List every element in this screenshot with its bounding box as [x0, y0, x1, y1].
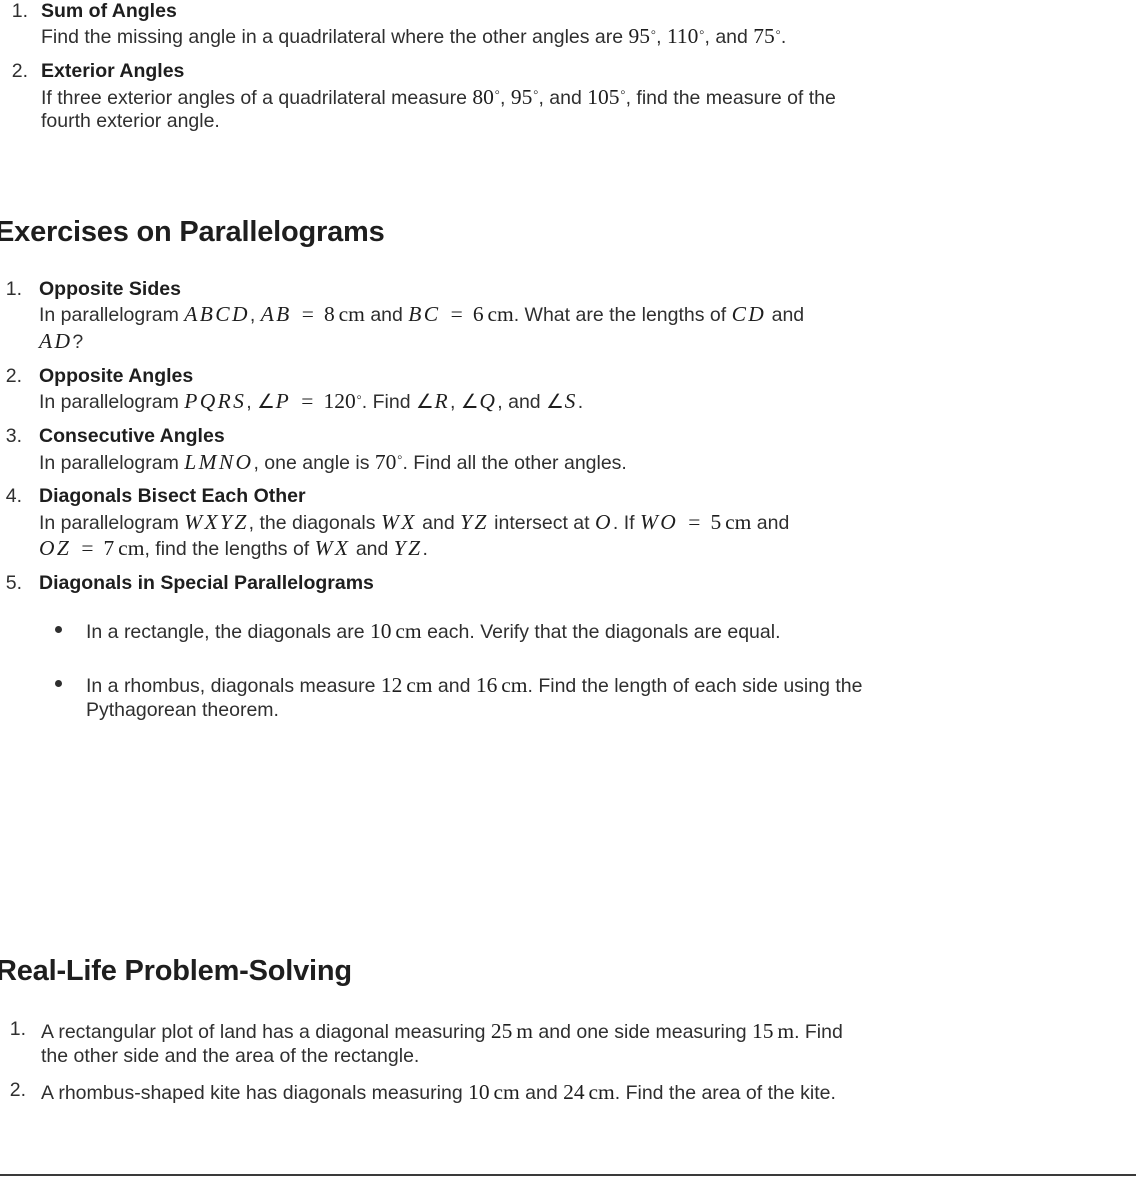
list-item: 4. Diagonals Bisect Each Other In parallel…: [0, 485, 1136, 562]
body-line: In parallelogram WXYZ, the diagonals WX …: [39, 509, 790, 534]
body-line: In a rectangle, the diagonals are 10 cm e…: [86, 618, 781, 643]
exercise-title: Diagonals Bisect Each Other: [39, 485, 306, 508]
list-marker: 2.: [5, 364, 22, 387]
list-item: 3. Consecutive Angles In parallelogram LMN…: [0, 425, 1136, 475]
list-item-body: Consecutive Angles In parallelogram LMNO,…: [39, 425, 1136, 475]
bullet-icon: [55, 625, 62, 633]
body-line: AD?: [39, 329, 84, 354]
bullet-icon: [55, 680, 62, 688]
list-item-body: Opposite Sides In parallelogram ABCD, AB …: [39, 278, 1136, 355]
body-line: A rhombus-shaped kite has diagonals meas…: [41, 1079, 836, 1104]
worksheet-page: 1. Sum of Angles Find the missing angle in…: [0, 0, 1136, 1179]
section-heading-parallelograms: Exercises on Parallelograms: [0, 216, 385, 248]
list-item: 1. Opposite Sides In parallelogram ABCD, A…: [0, 278, 1136, 355]
list-marker: 2.: [11, 60, 28, 83]
list-item: 2. Opposite Angles In parallelogram PQRS, …: [0, 365, 1136, 415]
list-item-body: Diagonals Bisect Each Other In parallelog…: [39, 485, 1136, 562]
body-line: Pythagorean theorem.: [86, 699, 279, 722]
list-item-body: Diagonals in Special Parallelograms In a …: [39, 572, 1136, 723]
body-line: If three exterior angles of a quadrilate…: [41, 84, 836, 109]
list-item-body: A rhombus-shaped kite has diagonals meas…: [41, 1079, 1136, 1106]
list-item-body: Opposite Angles In parallelogram PQRS, ∠P…: [39, 365, 1136, 415]
list-marker: 5.: [5, 572, 22, 595]
sub-bullet-list: In a rectangle, the diagonals are 10 cm e…: [39, 618, 1136, 723]
list-item: 1. A rectangular plot of land has a diago…: [0, 1018, 1136, 1069]
quadrilateral-exercise-list: 1. Sum of Angles Find the missing angle in…: [0, 0, 1136, 144]
exercise-title: Diagonals in Special Parallelograms: [39, 572, 374, 595]
body-line: In parallelogram ABCD, AB = 8 cm and BC =…: [39, 302, 805, 327]
body-line: the other side and the area of the recta…: [41, 1044, 420, 1067]
list-item: In a rhombus, diagonals measure 12 cm and…: [55, 672, 1136, 723]
real-life-problem-list: 1. A rectangular plot of land has a diago…: [0, 1018, 1136, 1115]
list-marker: 3.: [5, 425, 22, 448]
list-item: 5. Diagonals in Special Parallelograms In …: [0, 572, 1136, 723]
exercise-title: Consecutive Angles: [39, 425, 225, 448]
exercise-title: Exterior Angles: [41, 60, 185, 83]
list-item: 1. Sum of Angles Find the missing angle in…: [0, 0, 1136, 50]
list-item: 2. Exterior Angles If three exterior angle…: [0, 60, 1136, 134]
list-item: 2. A rhombus-shaped kite has diagonals me…: [0, 1079, 1136, 1106]
body-line: fourth exterior angle.: [41, 110, 220, 133]
list-marker: 4.: [5, 485, 22, 508]
body-line: OZ = 7 cm, find the lengths of WX and YZ.: [39, 536, 428, 561]
list-marker: 1.: [5, 278, 22, 300]
list-item: In a rectangle, the diagonals are 10 cm e…: [55, 618, 1136, 645]
list-marker: 1.: [11, 0, 28, 22]
page-bottom-divider: [0, 1174, 1136, 1176]
body-line: In parallelogram PQRS, ∠P = 120◦. Find ∠…: [39, 388, 584, 414]
body-line: Find the missing angle in a quadrilatera…: [41, 23, 787, 49]
exercise-title: Opposite Sides: [39, 278, 181, 300]
parallelogram-exercise-list: 1. Opposite Sides In parallelogram ABCD, A…: [0, 278, 1136, 751]
list-item-body: Exterior Angles If three exterior angles …: [41, 60, 1136, 134]
body-line: A rectangular plot of land has a diagona…: [41, 1019, 843, 1043]
exercise-title: Opposite Angles: [39, 364, 194, 387]
exercise-title: Sum of Angles: [41, 0, 177, 22]
list-marker: 1.: [9, 1018, 26, 1040]
list-marker: 2.: [9, 1078, 26, 1101]
list-item-body: Sum of Angles Find the missing angle in a…: [41, 0, 1136, 50]
list-item-body: A rectangular plot of land has a diagona…: [41, 1018, 1136, 1069]
bullet-body: In a rhombus, diagonals measure 12 cm and…: [86, 672, 1136, 723]
section-heading-real-life: Real-Life Problem-Solving: [0, 955, 352, 987]
bullet-body: In a rectangle, the diagonals are 10 cm e…: [86, 618, 1136, 645]
body-line: In a rhombus, diagonals measure 12 cm and…: [86, 673, 863, 698]
body-line: In parallelogram LMNO, one angle is 70◦.…: [39, 449, 627, 474]
